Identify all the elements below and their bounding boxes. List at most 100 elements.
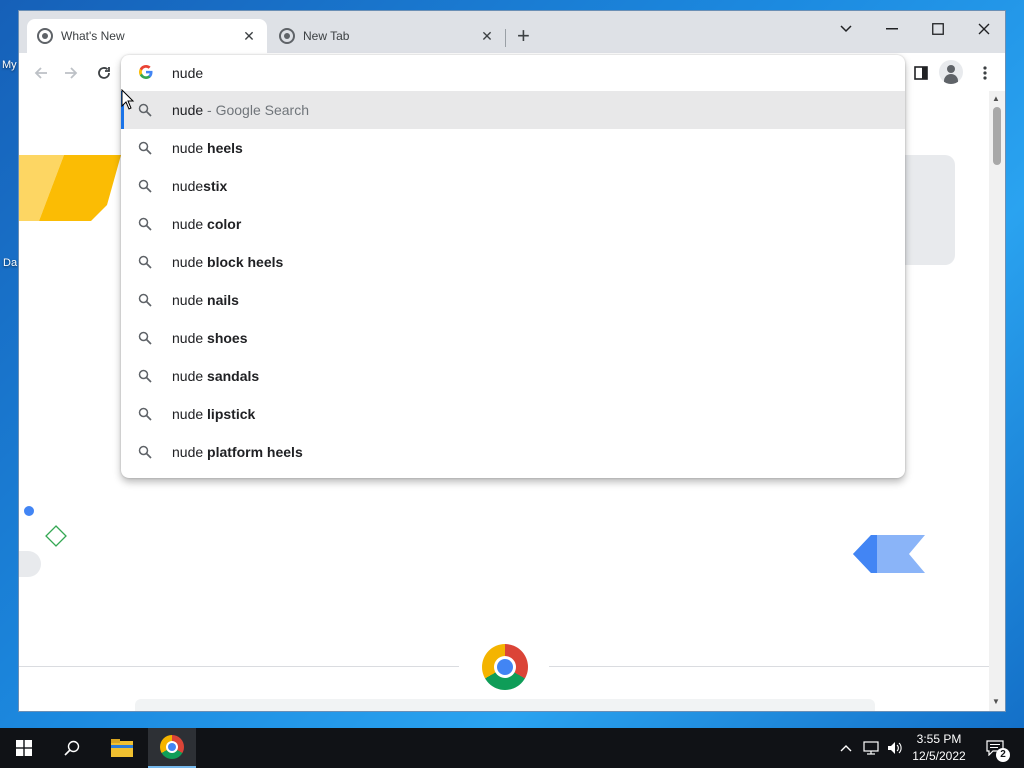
suggestion-text: nude platform heels: [172, 444, 303, 460]
maximize-icon: [932, 23, 944, 35]
decorative-diamond-icon: [45, 525, 67, 547]
search-icon: [138, 255, 152, 269]
suggestion-text: nude color: [172, 216, 241, 232]
suggestion-completion: stix: [203, 178, 228, 194]
suggestion-prefix: nude: [172, 216, 208, 232]
search-icon: [64, 740, 80, 756]
close-window-button[interactable]: [961, 15, 1005, 43]
menu-button[interactable]: [973, 61, 997, 85]
show-hidden-icons-button[interactable]: [836, 728, 856, 768]
chrome-favicon-icon: [37, 28, 53, 44]
google-g-icon: [139, 65, 153, 79]
suggestion-text: nude nails: [172, 292, 239, 308]
search-icon: [138, 331, 152, 345]
suggestion-prefix: nude: [172, 368, 208, 384]
suggestion-completion: shoes: [207, 330, 248, 346]
scroll-thumb[interactable]: [993, 107, 1001, 165]
back-button[interactable]: [29, 61, 53, 85]
search-icon: [138, 445, 152, 459]
suggestion-completion: heels: [207, 140, 243, 156]
search-button[interactable]: [48, 728, 96, 768]
suggestion-completion: platform heels: [207, 444, 303, 460]
search-icon: [138, 407, 152, 421]
maximize-button[interactable]: [915, 15, 961, 43]
chrome-taskbar-button[interactable]: [148, 728, 196, 768]
suggestion-completion: sandals: [207, 368, 260, 384]
suggestion-prefix: nude: [172, 178, 204, 194]
omnibox-suggestion[interactable]: nude platform heels: [121, 433, 905, 471]
omnibox-suggestion[interactable]: nude sandals: [121, 357, 905, 395]
browser-window: What's New ✕ New Tab ✕ + ▲ ▼ nude nude -…: [18, 10, 1006, 712]
content-card: [135, 699, 875, 711]
suggestion-completion: block heels: [207, 254, 284, 270]
omnibox-suggestion[interactable]: nude shoes: [121, 319, 905, 357]
side-panel-button[interactable]: [909, 61, 933, 85]
search-icon: [138, 217, 152, 231]
new-tab-button[interactable]: +: [517, 25, 530, 47]
scroll-up-icon[interactable]: ▲: [992, 94, 1000, 103]
file-explorer-button[interactable]: [98, 728, 146, 768]
decorative-yellow-shape-icon: [19, 155, 121, 221]
scroll-down-icon[interactable]: ▼: [992, 697, 1000, 706]
address-bar-text[interactable]: nude: [172, 65, 203, 81]
suggestion-prefix: nude: [172, 140, 208, 156]
omnibox-suggestion[interactable]: nude - Google Search: [121, 91, 905, 129]
minimize-button[interactable]: [869, 15, 915, 43]
action-center-button[interactable]: 2: [980, 728, 1010, 768]
network-button[interactable]: [860, 728, 882, 768]
suggestion-prefix: nude: [172, 330, 208, 346]
back-arrow-icon: [34, 67, 47, 79]
tab-strip: What's New ✕ New Tab ✕ +: [19, 11, 1005, 53]
speaker-icon: [888, 742, 902, 754]
tab-search-button[interactable]: [823, 15, 869, 43]
desktop-icon-label[interactable]: Da: [3, 257, 17, 269]
decorative-blue-arrow-icon: [853, 535, 925, 573]
decorative-card: [903, 155, 955, 265]
omnibox-suggestion[interactable]: nudestix: [121, 167, 905, 205]
close-tab-icon[interactable]: ✕: [479, 28, 495, 45]
desktop-icon-label[interactable]: My: [2, 59, 17, 71]
folder-icon: [111, 739, 133, 757]
close-tab-icon[interactable]: ✕: [241, 28, 257, 45]
suggestion-prefix: nude: [172, 406, 208, 422]
search-icon: [138, 103, 152, 117]
windows-logo-icon: [16, 740, 32, 756]
omnibox-suggestion[interactable]: nude nails: [121, 281, 905, 319]
vertical-scrollbar[interactable]: ▲ ▼: [989, 91, 1005, 711]
tab-whats-new[interactable]: What's New ✕: [27, 19, 267, 53]
tab-new-tab[interactable]: New Tab ✕: [269, 19, 505, 53]
tab-separator: [505, 29, 506, 47]
search-icon: [138, 141, 152, 155]
suggestion-completion: lipstick: [207, 406, 256, 422]
address-bar[interactable]: nude: [121, 55, 905, 91]
suggestion-text: nude block heels: [172, 254, 283, 270]
chrome-logo-icon: [482, 644, 528, 690]
clock-date[interactable]: 12/5/2022: [908, 749, 970, 763]
mouse-cursor-icon: [121, 89, 135, 110]
volume-button[interactable]: [884, 728, 906, 768]
chrome-icon: [160, 735, 184, 759]
omnibox-dropdown: nude nude - Google Search nude heels nudes…: [121, 55, 905, 478]
omnibox-suggestion[interactable]: nude lipstick: [121, 395, 905, 433]
omnibox-suggestion[interactable]: nude heels: [121, 129, 905, 167]
suggestion-description: - Google Search: [203, 102, 309, 118]
notification-count-badge: 2: [996, 748, 1010, 762]
profile-avatar-button[interactable]: [939, 60, 963, 84]
chrome-favicon-icon: [279, 28, 295, 44]
decorative-dot-icon: [24, 506, 34, 516]
tab-title: New Tab: [303, 29, 350, 43]
reload-button[interactable]: [92, 61, 116, 85]
side-panel-icon: [914, 66, 928, 80]
omnibox-suggestion[interactable]: nude color: [121, 205, 905, 243]
suggestion-prefix: nude: [172, 102, 204, 118]
kebab-menu-icon: [983, 66, 987, 80]
divider: [549, 666, 989, 667]
suggestion-text: nude - Google Search: [172, 102, 309, 118]
forward-arrow-icon: [65, 67, 78, 79]
omnibox-suggestion[interactable]: nude block heels: [121, 243, 905, 281]
search-icon: [138, 369, 152, 383]
clock-time[interactable]: 3:55 PM: [908, 732, 970, 746]
tab-title: What's New: [61, 29, 125, 43]
start-button[interactable]: [0, 728, 48, 768]
forward-button[interactable]: [59, 61, 83, 85]
